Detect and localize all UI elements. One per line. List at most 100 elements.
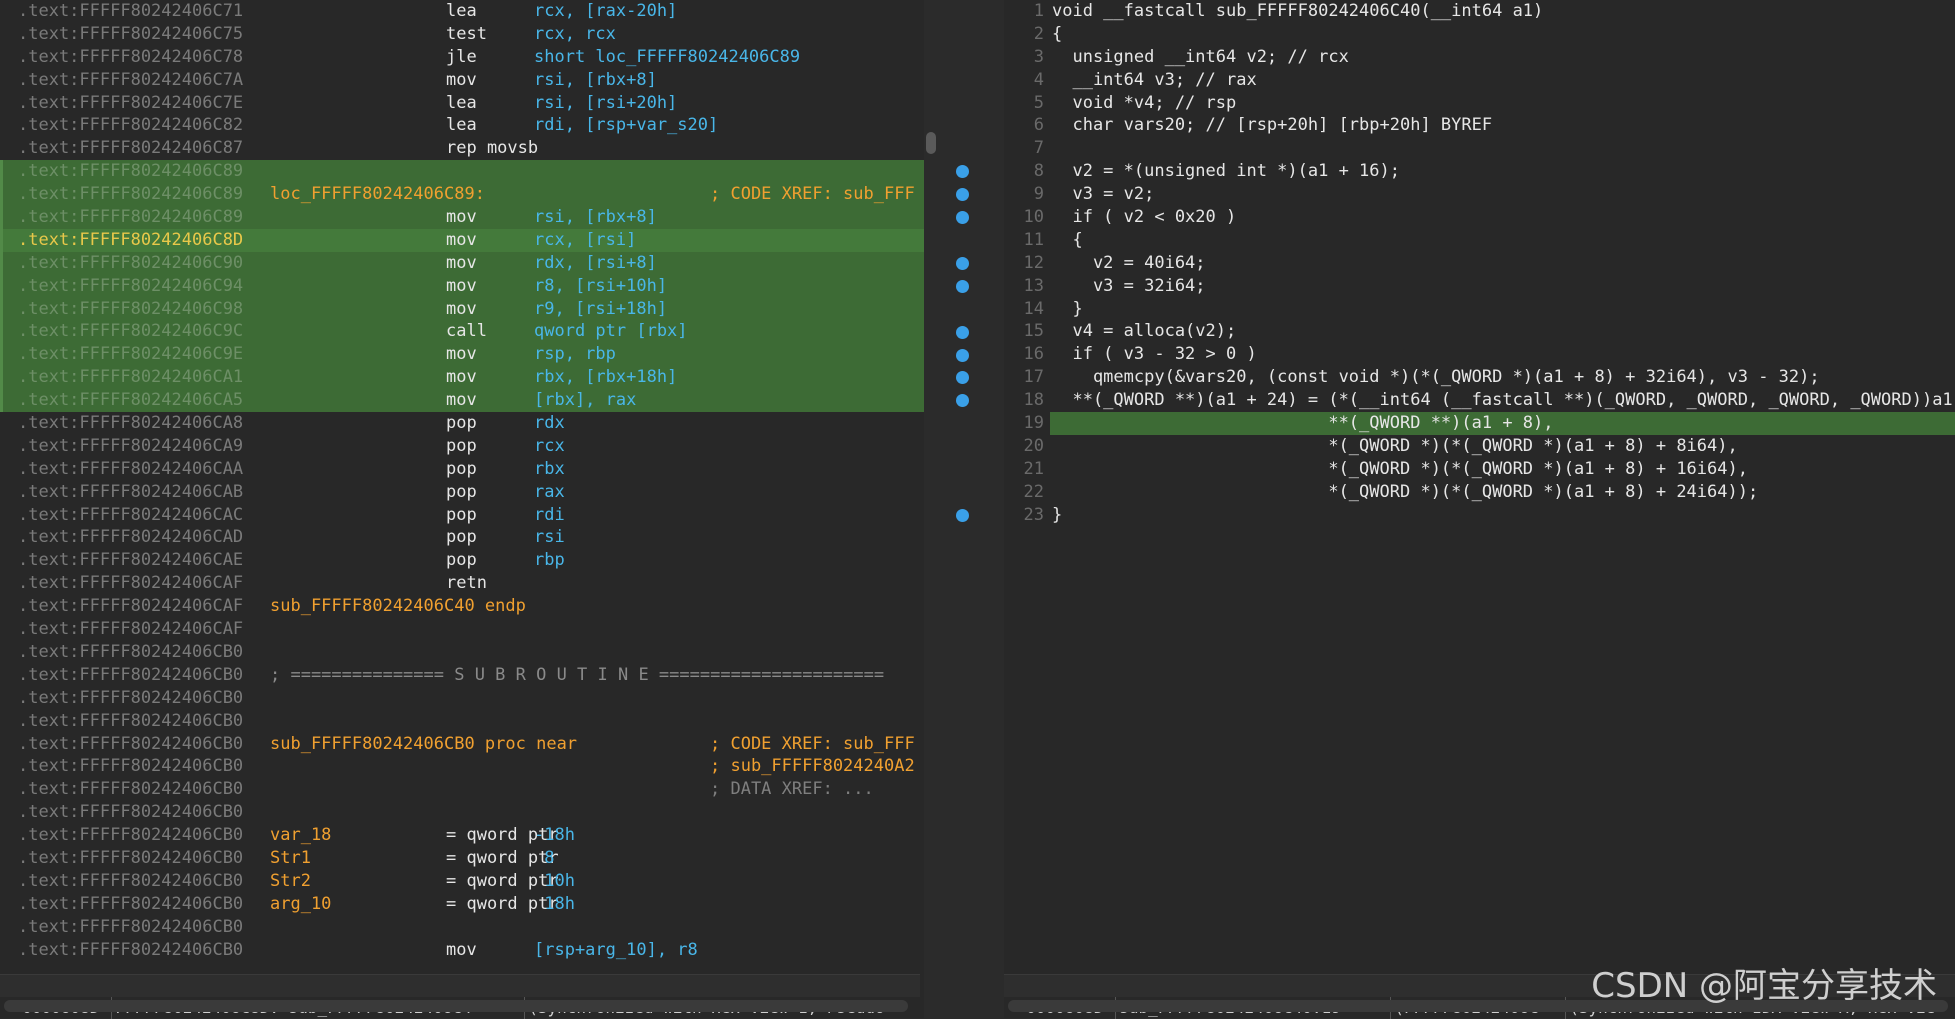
line-address[interactable]: .text:FFFFF80242406CB0 [18,870,243,893]
asm-line[interactable]: .text:FFFFF80242406CB0 [0,916,924,939]
line-address[interactable]: .text:FFFFF80242406C82 [18,114,243,137]
pseudocode-text[interactable]: { [1052,229,1082,252]
pseudocode-line[interactable]: 22 *(_QWORD *)(*(_QWORD *)(a1 + 8) + 24i… [1024,481,1955,504]
line-address[interactable]: .text:FFFFF80242406C7A [18,69,243,92]
line-address[interactable]: .text:FFFFF80242406CB0 [18,778,243,801]
line-address[interactable]: .text:FFFFF80242406CB0 [18,687,243,710]
asm-line[interactable]: .text:FFFFF80242406CAB pop rax [0,481,924,504]
line-address[interactable]: .text:FFFFF80242406C94 [18,275,243,298]
asm-line[interactable]: .text:FFFFF80242406CB0 Str1 = qword ptr 8 [0,847,924,870]
line-address[interactable]: .text:FFFFF80242406C7E [18,92,243,115]
pseudocode-text[interactable]: if ( v2 < 0x20 ) [1052,206,1236,229]
xref-comment[interactable]: ; DATA XREF: ... [710,778,874,801]
pseudocode-text[interactable]: v2 = 40i64; [1052,252,1206,275]
asm-line[interactable]: .text:FFFFF80242406CAF [0,618,924,641]
vertical-scrollbar-thumb[interactable] [926,132,936,154]
asm-line[interactable]: .text:FFFFF80242406CB0 [0,687,924,710]
instruction-operands[interactable]: rdx [534,412,565,435]
asm-line[interactable]: .text:FFFFF80242406C94 mov r8, [rsi+10h] [0,274,924,298]
pseudocode-text[interactable]: v2 = *(unsigned int *)(a1 + 16); [1052,160,1400,183]
disassembly-listing[interactable]: .text:FFFFF80242406C71 lea rcx, [rax-20h].… [0,0,924,961]
line-address[interactable]: .text:FFFFF80242406CA5 [18,389,243,412]
instruction-operands[interactable]: rdi [534,504,565,527]
instruction-mnemonic[interactable]: pop [446,481,477,504]
instruction-mnemonic[interactable]: rep movsb [446,137,538,160]
pseudocode-line[interactable]: 2{ [1034,23,1955,46]
asm-line[interactable]: .text:FFFFF80242406C89 loc_FFFFF80242406C… [0,183,924,207]
pseudocode-line[interactable]: 10 if ( v2 < 0x20 ) [1024,206,1955,229]
asm-line[interactable]: .text:FFFFF80242406CB0 mov [rsp+arg_10], r… [0,939,924,962]
line-address[interactable]: .text:FFFFF80242406CAF [18,572,243,595]
instruction-operands[interactable]: rdi, [rsp+var_s20] [534,114,718,137]
line-address[interactable]: .text:FFFFF80242406CAB [18,481,243,504]
instruction-operands[interactable]: r8, [rsi+10h] [534,275,667,298]
instruction-operands[interactable]: -18h [534,824,575,847]
pseudocode-line[interactable]: 18 **(_QWORD **)(a1 + 24) = (*(__int64 (… [1024,389,1955,412]
pseudocode-line[interactable]: 5 void *v4; // rsp [1034,92,1955,115]
line-address[interactable]: .text:FFFFF80242406CB0 [18,664,243,687]
instruction-operands[interactable]: rsi, [rsi+20h] [534,92,677,115]
pseudocode-listing[interactable]: 1 void __fastcall sub_FFFFF80242406C40(__… [1024,0,1955,526]
pseudocode-line[interactable]: 8 v2 = *(unsigned int *)(a1 + 16); [1034,160,1955,183]
asm-line[interactable]: .text:FFFFF80242406C9C call qword ptr [rbx… [0,320,924,344]
pseudocode-text[interactable]: v3 = v2; [1052,183,1154,206]
instruction-operands[interactable]: rcx, [rsi] [534,229,636,252]
line-address[interactable]: .text:FFFFF80242406CB0 [18,893,243,916]
instruction-operands[interactable]: rbx [534,458,565,481]
pseudocode-line[interactable]: 11 { [1024,229,1955,252]
line-address[interactable]: .text:FFFFF80242406CB0 [18,939,243,962]
breakpoint-dot-icon[interactable] [956,256,969,270]
xref-comment[interactable]: ; CODE XREF: sub_FFF [710,183,915,206]
instruction-mnemonic[interactable]: mov [446,389,477,412]
xref-comment[interactable]: ; CODE XREF: sub_FFF [710,733,915,756]
instruction-operands[interactable]: rcx, rcx [534,23,616,46]
asm-line[interactable]: .text:FFFFF80242406CA1 mov rbx, [rbx+18h] [0,366,924,390]
instruction-operands[interactable]: rcx [534,435,565,458]
asm-line[interactable]: .text:FFFFF80242406C82 lea rdi, [rsp+var_s… [0,114,924,137]
pseudocode-text[interactable]: *(_QWORD *)(*(_QWORD *)(a1 + 8) + 8i64), [1052,435,1737,458]
line-address[interactable]: .text:FFFFF80242406C90 [18,252,243,275]
ida-disassembly-view[interactable]: .text:FFFFF80242406C71 lea rcx, [rax-20h].… [0,0,924,1018]
instruction-mnemonic[interactable]: pop [446,526,477,549]
asm-line[interactable]: .text:FFFFF80242406CB0 ; DATA XREF: ... [0,778,924,801]
asm-line[interactable]: .text:FFFFF80242406CA9 pop rcx [0,435,924,458]
line-address[interactable]: .text:FFFFF80242406C8D [18,229,243,252]
pseudocode-line[interactable]: 1 void __fastcall sub_FFFFF80242406C40(__… [1034,0,1955,23]
pseudocode-text[interactable]: qmemcpy(&vars20, (const void *)(*(_QWORD… [1052,366,1820,389]
line-address[interactable]: .text:FFFFF80242406CA8 [18,412,243,435]
pseudocode-text[interactable]: void __fastcall sub_FFFFF80242406C40(__i… [1052,0,1543,23]
line-address[interactable]: .text:FFFFF80242406CB0 [18,733,243,756]
line-address[interactable]: .text:FFFFF80242406CB0 [18,847,243,870]
asm-line[interactable]: .text:FFFFF80242406C8D mov rcx, [rsi] [0,228,924,252]
asm-line[interactable]: .text:FFFFF80242406CB0 sub_FFFFF80242406C… [0,733,924,756]
asm-line[interactable]: .text:FFFFF80242406CB0 Str2 = qword ptr 10… [0,870,924,893]
instruction-operands[interactable]: short loc_FFFFF80242406C89 [534,46,800,69]
pseudocode-text[interactable]: void *v4; // rsp [1052,92,1236,115]
line-address[interactable]: .text:FFFFF80242406CA9 [18,435,243,458]
asm-line[interactable]: .text:FFFFF80242406CB0 ; sub_FFFFF8024240… [0,755,924,778]
pseudocode-view[interactable]: 1 void __fastcall sub_FFFFF80242406C40(__… [1004,0,1955,1018]
asm-line[interactable]: .text:FFFFF80242406C71 lea rcx, [rax-20h] [0,0,924,23]
pseudocode-text[interactable]: **(_QWORD **)(a1 + 24) = (*(__int64 (__f… [1052,389,1955,412]
breakpoint-dot-icon[interactable] [956,325,969,339]
code-label[interactable]: arg_10 [270,893,331,916]
instruction-operands[interactable]: 10h [534,870,575,893]
asm-line[interactable]: .text:FFFFF80242406CA8 pop rdx [0,412,924,435]
line-address[interactable]: .text:FFFFF80242406C98 [18,298,243,321]
instruction-mnemonic[interactable]: test [446,23,487,46]
instruction-mnemonic[interactable]: call [446,320,487,343]
instruction-mnemonic[interactable]: lea [446,92,477,115]
line-address[interactable]: .text:FFFFF80242406C87 [18,137,243,160]
instruction-mnemonic[interactable]: jle [446,46,477,69]
pseudocode-line[interactable]: 7 [1034,137,1955,160]
pseudocode-text[interactable]: } [1052,298,1082,321]
pseudocode-text[interactable]: if ( v3 - 32 > 0 ) [1052,343,1256,366]
instruction-operands[interactable]: qword ptr [rbx] [534,320,688,343]
asm-line[interactable]: .text:FFFFF80242406C7E lea rsi, [rsi+20h] [0,92,924,115]
asm-line[interactable]: .text:FFFFF80242406CB0 ; =============== … [0,664,924,687]
asm-line[interactable]: .text:FFFFF80242406CAC pop rdi [0,504,924,527]
instruction-mnemonic[interactable]: pop [446,458,477,481]
pseudocode-text[interactable]: unsigned __int64 v2; // rcx [1052,46,1348,69]
instruction-operands[interactable]: rsi [534,526,565,549]
line-address[interactable]: .text:FFFFF80242406C89 [18,160,243,183]
